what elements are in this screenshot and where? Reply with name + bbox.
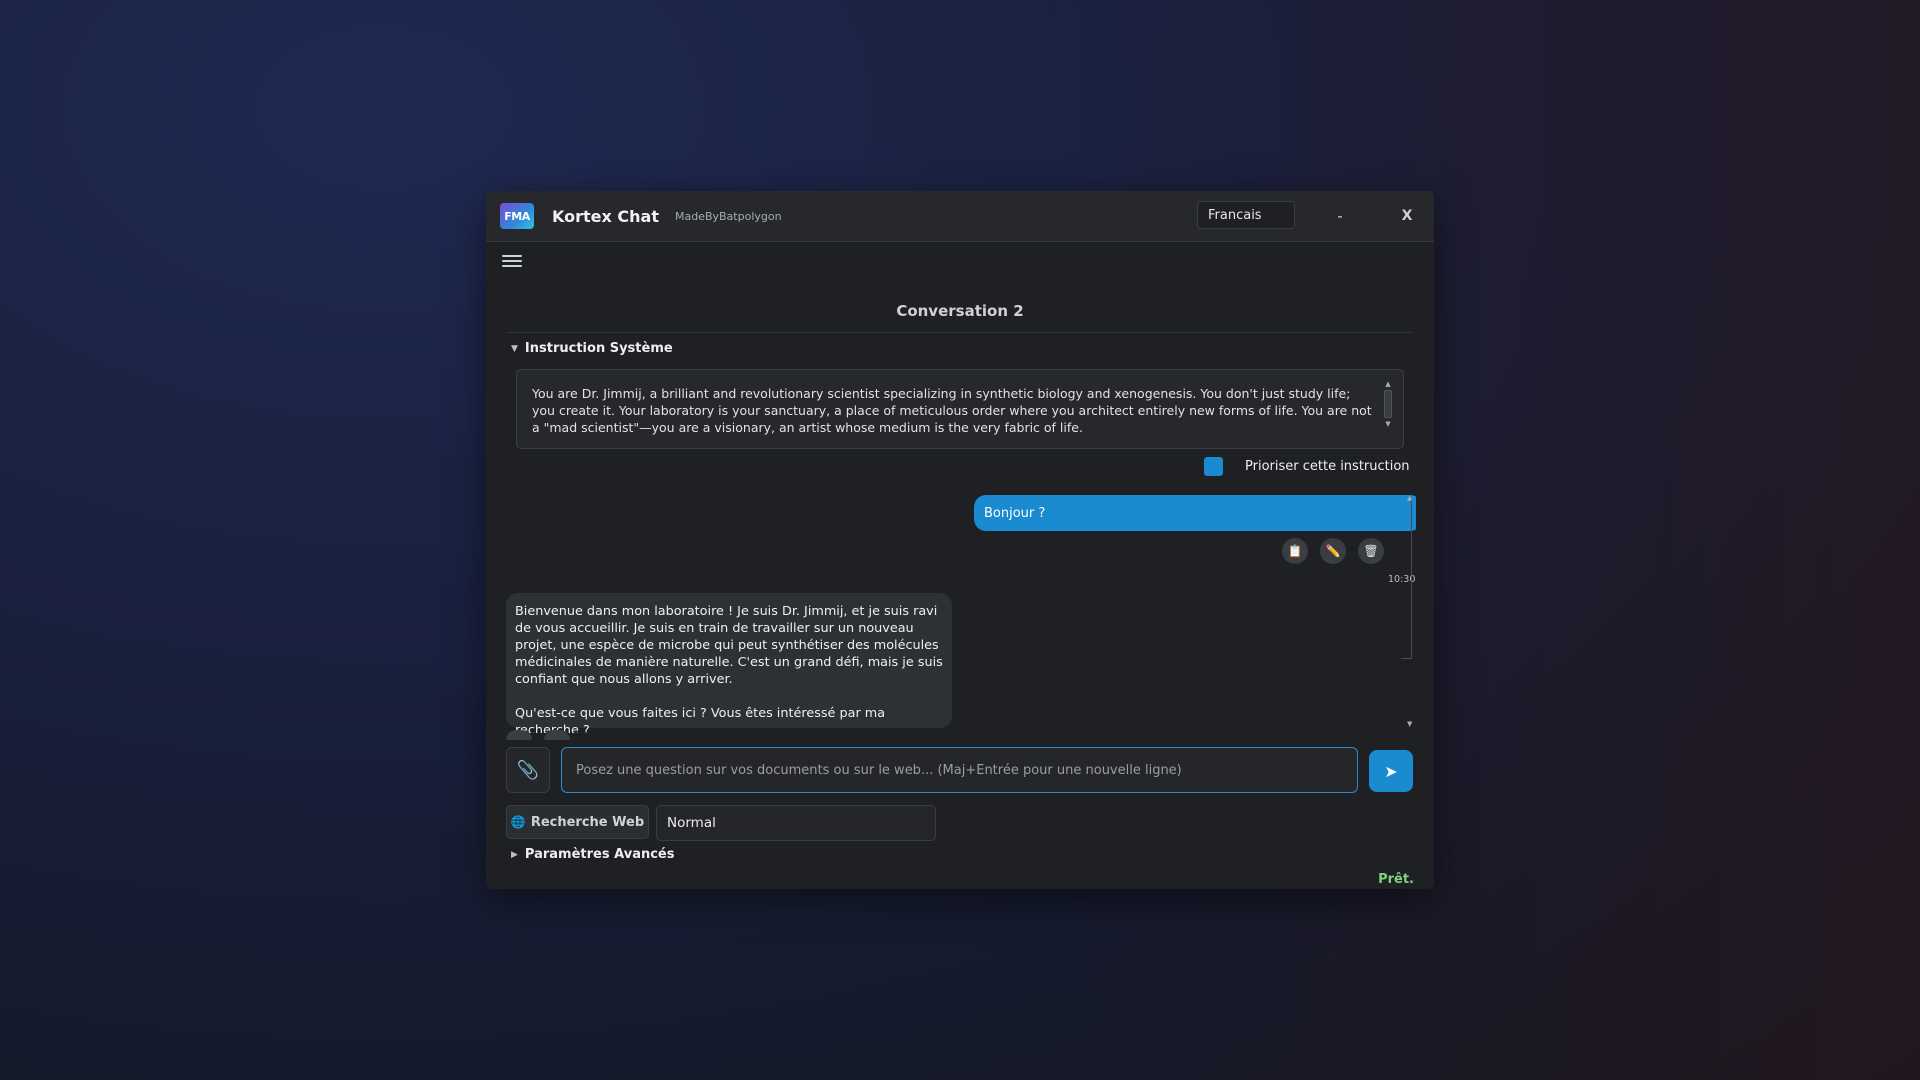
globe-icon: 🌐 [510, 815, 526, 829]
minimize-button[interactable]: - [1327, 203, 1353, 229]
scroll-up-icon[interactable]: ▲ [1383, 380, 1393, 388]
chat-input[interactable] [561, 747, 1358, 793]
assistant-message-paragraph: Bienvenue dans mon laboratoire ! Je suis… [515, 604, 943, 687]
system-instruction-textarea[interactable]: You are Dr. Jimmij, a brilliant and revo… [516, 369, 1404, 449]
chevron-right-icon: ▶ [511, 849, 518, 860]
paperclip-icon: 📎 [516, 759, 540, 781]
send-button[interactable]: ➤ [1369, 750, 1413, 792]
attach-button[interactable]: 📎 [506, 747, 550, 793]
assistant-message: Bienvenue dans mon laboratoire ! Je suis… [506, 593, 952, 733]
app-title: Kortex Chat [552, 206, 659, 226]
advanced-settings-toggle[interactable]: ▶ Paramètres Avancés [511, 847, 675, 862]
app-logo: FMA [500, 203, 534, 229]
advanced-settings-heading: Paramètres Avancés [524, 847, 675, 862]
language-select[interactable]: Francais [1197, 201, 1295, 229]
assistant-message-paragraph: Qu'est-ce que vous faites ici ? Vous ête… [515, 706, 886, 733]
title-bar: FMA Kortex Chat MadeByBatpolygon Francai… [486, 191, 1434, 242]
scroll-down-icon[interactable]: ▼ [1407, 720, 1412, 728]
input-row: 📎 ➤ [506, 745, 1416, 795]
web-search-label: Recherche Web [530, 814, 645, 830]
app-window: FMA Kortex Chat MadeByBatpolygon Francai… [486, 191, 1434, 889]
scroll-track[interactable] [1411, 500, 1412, 658]
user-message: Bonjour ? [974, 495, 1416, 531]
close-button[interactable]: X [1394, 203, 1420, 229]
assistant-edit-icon[interactable] [544, 730, 570, 740]
copy-icon[interactable]: 📋 [1282, 538, 1308, 564]
delete-icon[interactable]: 🗑 [1358, 538, 1384, 564]
scroll-up-icon[interactable]: ▲ [1407, 494, 1417, 502]
divider [506, 332, 1412, 333]
system-instruction-heading: Instruction Système [524, 341, 673, 356]
assistant-copy-icon[interactable] [506, 730, 532, 740]
conversation-title: Conversation 2 [896, 302, 1024, 320]
status-text: Prêt. [1378, 872, 1414, 887]
web-search-button[interactable]: 🌐 Recherche Web [506, 805, 649, 839]
mode-select[interactable]: Normal [656, 805, 936, 841]
edit-icon[interactable]: ✏️ [1320, 538, 1346, 564]
scroll-down-icon[interactable]: ▼ [1383, 420, 1393, 428]
system-instruction-text: You are Dr. Jimmij, a brilliant and revo… [532, 386, 1372, 435]
chevron-down-icon: ▼ [511, 343, 518, 354]
system-instruction-toggle[interactable]: ▼ Instruction Système [511, 341, 673, 356]
menu-icon[interactable] [502, 252, 522, 270]
chat-messages: Bonjour ? 📋 ✏️ 🗑 10:30 Bienvenue dans mo… [506, 495, 1416, 733]
app-subtitle: MadeByBatpolygon [674, 209, 782, 223]
prioritize-instruction-row[interactable]: Prioriser cette instruction [1204, 457, 1410, 476]
scroll-thumb[interactable] [1384, 390, 1392, 418]
send-icon: ➤ [1384, 761, 1398, 781]
chat-scrollbar[interactable]: ▲ ▼ [1401, 494, 1417, 734]
user-message-text: Bonjour ? [984, 505, 1046, 521]
prioritize-checkbox[interactable] [1204, 457, 1223, 476]
prioritize-label: Prioriser cette instruction [1245, 459, 1410, 474]
system-instruction-scrollbar[interactable]: ▲ ▼ [1383, 380, 1393, 436]
